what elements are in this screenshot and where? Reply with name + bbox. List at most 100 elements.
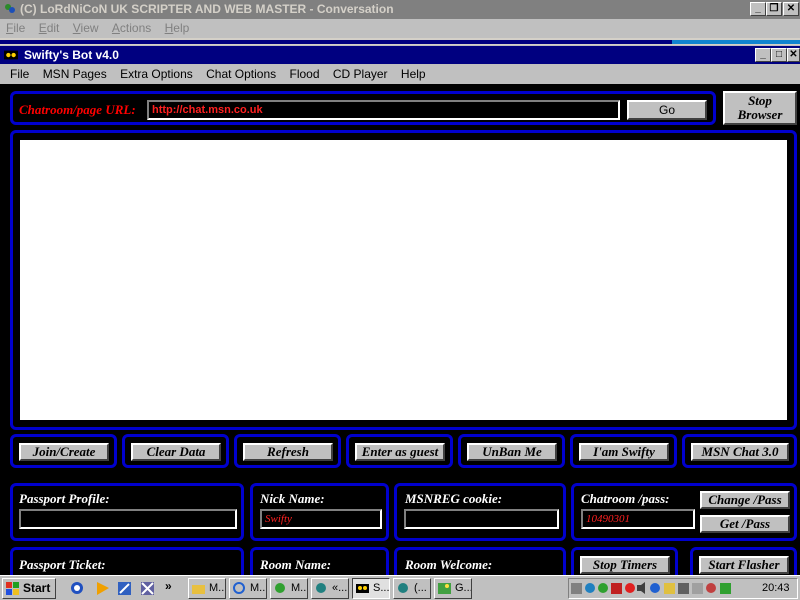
taskbar-item-4-label: «... <box>332 582 348 594</box>
taskbar-item-3[interactable]: M... <box>270 578 308 599</box>
chatroom-pass-label: Chatroom /pass: <box>581 491 670 506</box>
taskbar: Start » M... M... M... «... S... (... G.… <box>0 575 800 600</box>
app-window-title: Swifty's Bot v4.0 <box>24 48 119 62</box>
app-client-area: Chatroom/page URL: http://chat.msn.co.uk… <box>0 84 800 587</box>
start-label: Start <box>23 581 51 595</box>
outer-menu-bar: File Edit View Actions Help <box>0 19 800 38</box>
taskbar-item-3-label: M... <box>291 582 308 594</box>
change-pass-button[interactable]: Change /Pass <box>700 491 790 509</box>
outer-title-bar[interactable]: (C) LoRdNiCoN UK SCRIPTER AND WEB MASTER… <box>0 0 800 19</box>
strip-fill-dark <box>0 40 672 44</box>
browser-panel <box>10 130 797 430</box>
chatroom-pass-input[interactable]: 10490301 <box>581 509 695 529</box>
get-pass-button[interactable]: Get /Pass <box>700 515 790 533</box>
enter-as-guest-button[interactable]: Enter as guest <box>355 443 445 461</box>
clear-panel: Clear Data <box>122 434 229 468</box>
go-button[interactable]: Go <box>627 100 707 120</box>
taskbar-item-6-label: (... <box>414 582 427 594</box>
stop-browser-label-1: Stop <box>748 93 772 108</box>
unban-panel: UnBan Me <box>458 434 565 468</box>
join-create-button[interactable]: Join/Create <box>19 443 109 461</box>
nick-name-input[interactable]: Swifty <box>260 509 382 529</box>
refresh-button[interactable]: Refresh <box>243 443 333 461</box>
taskbar-item-1-label: M... <box>209 582 226 594</box>
quicklaunch-chevron[interactable]: » <box>165 579 172 593</box>
i-am-swifty-button[interactable]: I'am Swifty <box>579 443 669 461</box>
outer-progress-strip <box>0 38 800 45</box>
msnreg-cookie-input[interactable] <box>404 509 559 529</box>
quicklaunch-media-player-icon[interactable] <box>95 581 110 596</box>
outer-menu-view[interactable]: View <box>73 19 99 38</box>
outer-close-button[interactable]: ✕ <box>783 2 799 16</box>
swifty-panel: I'am Swifty <box>570 434 677 468</box>
unban-me-button[interactable]: UnBan Me <box>467 443 557 461</box>
outer-menu-actions[interactable]: Actions <box>112 19 151 38</box>
menu-cd-player[interactable]: CD Player <box>333 64 388 84</box>
passport-profile-panel: Passport Profile: <box>10 483 244 541</box>
nick-name-panel: Nick Name: Swifty <box>250 483 389 541</box>
msn-icon <box>398 583 408 593</box>
chatroom-pass-panel: Chatroom /pass: 10490301 Change /Pass Ge… <box>571 483 797 541</box>
clock: 20:43 <box>762 582 790 594</box>
room-welcome-label: Room Welcome: <box>405 557 493 572</box>
browser-view[interactable] <box>20 140 787 420</box>
stop-browser-button[interactable]: Stop Browser <box>723 91 797 125</box>
clear-data-button[interactable]: Clear Data <box>131 443 221 461</box>
guest-panel: Enter as guest <box>346 434 453 468</box>
taskbar-item-1[interactable]: M... <box>188 578 226 599</box>
image-icon <box>438 583 451 594</box>
start-button[interactable]: Start <box>2 578 56 599</box>
ie-icon <box>233 582 245 594</box>
stop-browser-label-2: Browser <box>737 107 783 122</box>
menu-help[interactable]: Help <box>401 64 426 84</box>
conversation-icon <box>316 583 326 593</box>
messenger-icon <box>275 583 285 593</box>
quicklaunch-app-icon[interactable] <box>140 581 155 596</box>
url-input[interactable]: http://chat.msn.co.uk <box>147 100 620 120</box>
passport-profile-input[interactable] <box>19 509 237 529</box>
taskbar-item-7[interactable]: G... <box>434 578 472 599</box>
quicklaunch-tool-icon[interactable] <box>117 581 132 596</box>
menu-file[interactable]: File <box>10 64 29 84</box>
outer-restore-button[interactable]: ❐ <box>766 2 782 16</box>
room-name-label: Room Name: <box>260 557 332 572</box>
quicklaunch-messenger-icon[interactable] <box>70 581 85 596</box>
menu-chat-options[interactable]: Chat Options <box>206 64 276 84</box>
msnreg-cookie-label: MSNREG cookie: <box>405 491 503 506</box>
taskbar-item-2[interactable]: M... <box>229 578 267 599</box>
taskbar-item-7-label: G... <box>455 582 472 594</box>
folder-icon <box>192 585 205 594</box>
menu-msn-pages[interactable]: MSN Pages <box>43 64 107 84</box>
outer-minimize-button[interactable]: _ <box>750 2 766 16</box>
url-panel: Chatroom/page URL: http://chat.msn.co.uk… <box>10 91 716 125</box>
url-label: Chatroom/page URL: <box>19 102 136 117</box>
passport-profile-label: Passport Profile: <box>19 491 110 506</box>
app-title-bar[interactable]: Swifty's Bot v4.0 _ □ ✕ <box>0 46 800 64</box>
nick-name-label: Nick Name: <box>260 491 325 506</box>
app-menu-bar: File MSN Pages Extra Options Chat Option… <box>0 64 800 84</box>
msn-messenger-icon <box>5 4 15 13</box>
strip-fill-light <box>672 40 800 44</box>
taskbar-item-5-label: S... <box>373 582 390 594</box>
app-bot-icon <box>4 50 18 60</box>
app-close-button[interactable]: ✕ <box>787 48 800 62</box>
system-tray: 20:43 <box>568 578 798 599</box>
menu-flood[interactable]: Flood <box>290 64 320 84</box>
passport-ticket-label: Passport Ticket: <box>19 557 106 572</box>
outer-menu-help[interactable]: Help <box>165 19 190 38</box>
taskbar-item-4[interactable]: «... <box>311 578 349 599</box>
windows-logo-icon <box>6 582 19 595</box>
stop-timers-button[interactable]: Stop Timers <box>580 556 670 574</box>
tray-icons[interactable] <box>571 581 741 596</box>
app-minimize-button[interactable]: _ <box>755 48 771 62</box>
taskbar-item-6[interactable]: (... <box>393 578 431 599</box>
outer-menu-edit[interactable]: Edit <box>39 19 60 38</box>
msn-chat-30-button[interactable]: MSN Chat 3.0 <box>691 443 789 461</box>
start-flasher-button[interactable]: Start Flasher <box>699 556 789 574</box>
taskbar-item-2-label: M... <box>250 582 267 594</box>
join-panel: Join/Create <box>10 434 117 468</box>
app-maximize-button[interactable]: □ <box>771 48 787 62</box>
outer-menu-file[interactable]: File <box>6 19 25 38</box>
menu-extra-options[interactable]: Extra Options <box>120 64 193 84</box>
taskbar-item-swifty-active[interactable]: S... <box>352 578 390 599</box>
